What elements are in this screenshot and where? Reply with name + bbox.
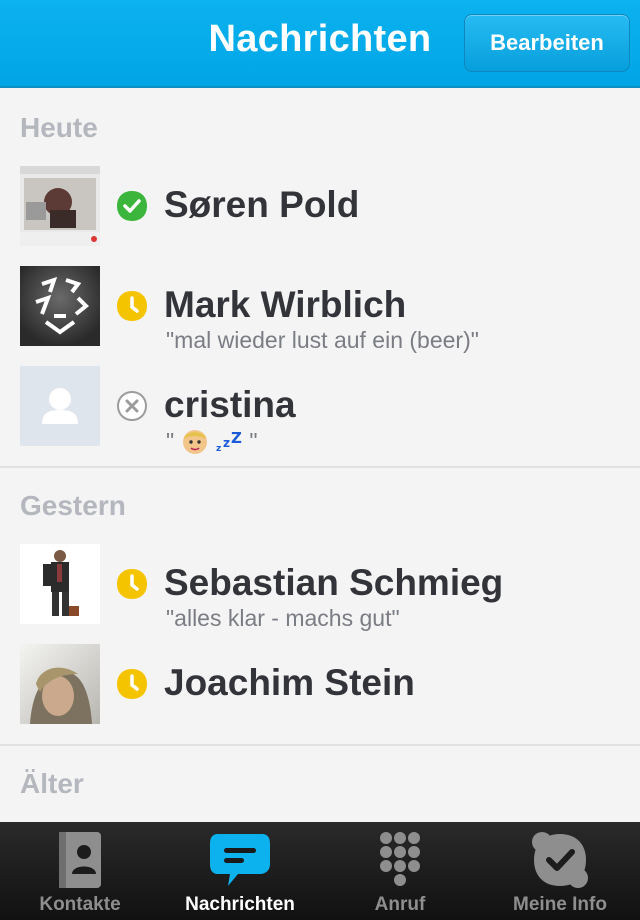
contact-name: Joachim Stein — [164, 662, 415, 703]
away-status-icon — [116, 668, 148, 700]
navigation-bar: Nachrichten Bearbeiten — [0, 0, 640, 88]
dialpad-icon — [377, 830, 423, 895]
section-header-today: Heute — [20, 112, 98, 143]
tab-messages[interactable]: Nachrichten — [160, 822, 320, 920]
section-header-older: Älter — [20, 768, 84, 799]
svg-text:z: z — [223, 436, 230, 450]
contact-name: Søren Pold — [164, 184, 360, 225]
online-status-icon — [116, 190, 148, 222]
offline-status-icon — [116, 390, 148, 422]
chat-bubble-icon — [208, 830, 272, 895]
away-status-icon — [116, 568, 148, 600]
quote-open: " — [166, 428, 175, 454]
conversation-row[interactable]: cristina " z z Z " — [0, 366, 640, 466]
avatar — [20, 166, 100, 246]
tab-call[interactable]: Anruf — [320, 822, 480, 920]
svg-text:z: z — [216, 444, 221, 453]
skype-check-icon — [530, 830, 590, 895]
tab-label: Kontakte — [39, 894, 121, 915]
section-header-yesterday: Gestern — [20, 490, 126, 521]
sleeping-zzz-icon: z z Z — [216, 429, 242, 454]
last-message: "alles klar - machs gut" — [166, 605, 400, 631]
avatar — [20, 366, 100, 446]
tab-my-info[interactable]: Meine Info — [480, 822, 640, 920]
conversation-row[interactable]: Sebastian Schmieg "alles klar - machs gu… — [0, 544, 640, 644]
tab-bar: Kontakte Nachrichten Anruf Meine Info — [0, 822, 640, 920]
contacts-icon — [55, 830, 105, 895]
conversation-list[interactable]: Heute Søren Pold Mark Wirblich "mal wied… — [0, 90, 640, 822]
tab-label: Nachrichten — [185, 894, 295, 915]
contact-name: cristina — [164, 384, 296, 425]
avatar — [20, 644, 100, 724]
last-message: " z z Z " — [166, 427, 258, 455]
svg-text:Z: Z — [231, 429, 242, 447]
avatar — [20, 544, 100, 624]
conversation-row[interactable]: Joachim Stein — [0, 644, 640, 744]
conversation-row[interactable]: Søren Pold — [0, 166, 640, 266]
contact-name: Sebastian Schmieg — [164, 562, 504, 603]
contact-name: Mark Wirblich — [164, 284, 407, 325]
face-emoticon-icon — [182, 430, 207, 454]
last-message: "mal wieder lust auf ein (beer)" — [166, 327, 479, 353]
edit-button[interactable]: Bearbeiten — [464, 14, 630, 72]
tab-contacts[interactable]: Kontakte — [0, 822, 160, 920]
conversation-row[interactable]: Mark Wirblich "mal wieder lust auf ein (… — [0, 266, 640, 366]
away-status-icon — [116, 290, 148, 322]
tab-label: Anruf — [374, 894, 426, 915]
quote-close: " — [249, 428, 258, 454]
avatar — [20, 266, 100, 346]
tab-label: Meine Info — [513, 894, 607, 915]
